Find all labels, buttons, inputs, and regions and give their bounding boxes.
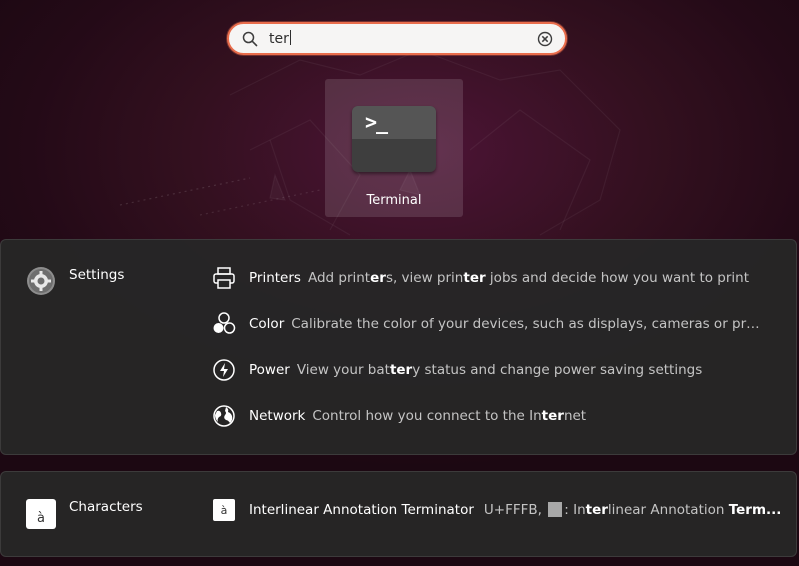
result-description: Control how you connect to the Internet — [312, 408, 587, 424]
result-title: Network — [249, 408, 306, 424]
provider-panel-settings: Settings Printers Add printers, view pri… — [0, 239, 797, 455]
terminal-icon: >_ — [352, 106, 436, 172]
search-input[interactable]: ter — [227, 22, 567, 55]
result-description: Add printers, view printer jobs and deci… — [307, 270, 750, 286]
result-title: Interlinear Annotation Terminator — [249, 502, 474, 518]
provider-name: Characters — [69, 499, 143, 515]
search-icon — [242, 31, 258, 47]
character-glyph-box — [548, 502, 563, 517]
search-query: ter — [269, 30, 291, 47]
result-description: Calibrate the color of your devices, suc… — [291, 316, 762, 332]
provider-name: Settings — [69, 267, 125, 283]
result-interlinear-annotation-terminator[interactable]: à Interlinear Annotation Terminator U+FF… — [211, 496, 781, 524]
result-title: Printers — [249, 270, 301, 286]
result-description: U+FFFB, : Interlinear Annotation Term... — [483, 502, 782, 518]
character-icon: à — [211, 497, 237, 523]
clear-icon[interactable] — [537, 31, 553, 47]
app-result-terminal[interactable]: >_ Terminal — [325, 79, 463, 217]
network-icon — [213, 405, 235, 427]
result-color[interactable]: Color Calibrate the color of your device… — [211, 310, 761, 338]
result-description: View your battery status and change powe… — [296, 362, 703, 378]
settings-icon[interactable] — [26, 266, 56, 296]
power-icon — [213, 359, 235, 381]
result-title: Power — [249, 362, 290, 378]
text-caret — [289, 30, 291, 45]
result-power[interactable]: Power View your battery status and chang… — [211, 356, 702, 384]
characters-icon[interactable]: à — [26, 499, 56, 529]
result-title: Color — [249, 316, 285, 332]
provider-panel-characters: à Characters à Interlinear Annotation Te… — [0, 471, 797, 557]
result-network[interactable]: Network Control how you connect to the I… — [211, 402, 586, 430]
result-printers[interactable]: Printers Add printers, view printer jobs… — [211, 264, 749, 292]
app-label: Terminal — [366, 193, 422, 208]
printer-icon — [213, 267, 235, 289]
color-icon — [213, 312, 236, 334]
